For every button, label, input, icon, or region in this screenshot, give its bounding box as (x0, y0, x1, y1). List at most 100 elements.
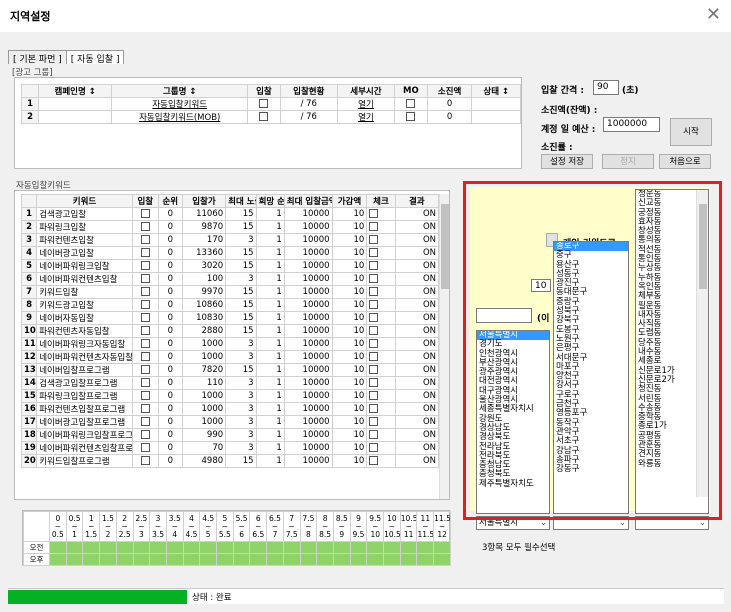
check-cell[interactable] (366, 350, 396, 364)
check-checkbox[interactable] (369, 235, 379, 244)
time-slot-cell[interactable] (316, 541, 334, 554)
time-slot-cell[interactable] (49, 541, 67, 554)
check-checkbox[interactable] (369, 248, 379, 257)
time-slot-cell[interactable] (65, 553, 84, 566)
keyword-col-header[interactable]: 체크 (366, 194, 396, 208)
keyword-col-header[interactable]: 결과 (394, 194, 440, 208)
time-slot-cell[interactable] (383, 541, 401, 554)
bid-checkbox-cell[interactable] (131, 415, 159, 429)
bid-checkbox[interactable] (140, 404, 150, 413)
time-slot-cell[interactable] (249, 553, 268, 566)
time-slot-cell[interactable] (266, 553, 284, 566)
bid-checkbox[interactable] (140, 261, 150, 270)
bid-checkbox[interactable] (140, 443, 150, 452)
keyword-col-header[interactable]: 희망 순위 (255, 194, 285, 208)
time-slot-cell[interactable] (165, 553, 184, 566)
close-icon[interactable]: ✕ (706, 4, 721, 25)
ad-table-row[interactable]: 2 자동입찰키워드(MOB) / 76 열기 0 (20, 110, 521, 124)
keyword-row[interactable]: 9 네이버자동입찰 0 10830 15 1 10000 10 ON (20, 311, 440, 325)
check-cell[interactable] (366, 337, 396, 351)
bid-checkbox-cell[interactable] (131, 233, 159, 247)
time-slot-cell[interactable] (149, 541, 167, 554)
time-slot-cell[interactable] (332, 553, 351, 566)
time-slot-cell[interactable] (199, 541, 218, 554)
check-checkbox[interactable] (369, 222, 379, 231)
bid-checkbox-cell[interactable] (131, 402, 159, 416)
bid-checkbox[interactable] (140, 287, 150, 296)
bid-checkbox[interactable] (140, 339, 150, 348)
check-checkbox[interactable] (369, 378, 379, 387)
check-checkbox[interactable] (369, 326, 379, 335)
bid-checkbox[interactable] (259, 99, 269, 108)
mo-checkbox[interactable] (406, 99, 416, 108)
check-cell[interactable] (366, 428, 396, 442)
tab-auto-bid[interactable]: [ 자동 입찰 ] (65, 50, 125, 65)
check-cell[interactable] (366, 233, 396, 247)
bid-checkbox-cell[interactable] (131, 441, 159, 455)
keyword-row[interactable]: 19네이버파워컨텐츠입찰프로그램 070311000010 ON (20, 441, 440, 455)
time-slot-cell[interactable] (433, 541, 451, 554)
bid-checkbox[interactable] (140, 417, 150, 426)
bid-checkbox[interactable] (259, 112, 269, 121)
ad-col-header[interactable]: MO (394, 84, 428, 98)
check-cell[interactable] (366, 454, 396, 468)
group-name-cell[interactable]: 자동입찰키워드(MOB) (111, 110, 249, 124)
check-checkbox[interactable] (369, 274, 379, 283)
ad-col-header[interactable]: 세부시간 (336, 84, 396, 98)
keyword-col-header[interactable] (20, 194, 38, 208)
bid-checkbox[interactable] (140, 235, 150, 244)
time-slot-cell[interactable] (132, 553, 151, 566)
keyword-row[interactable]: 13 네이버입찰프로그램 0 7820 15 1 10000 10 ON (20, 363, 440, 377)
check-cell[interactable] (366, 441, 396, 455)
time-slot-cell[interactable] (249, 541, 268, 554)
budget-input[interactable]: 1000000 (603, 117, 660, 132)
bid-checkbox[interactable] (140, 274, 150, 283)
time-slot-cell[interactable] (366, 553, 385, 566)
bid-checkbox[interactable] (140, 222, 150, 231)
check-checkbox[interactable] (369, 404, 379, 413)
time-slot-cell[interactable] (299, 541, 318, 554)
time-slot-cell[interactable] (299, 553, 318, 566)
keyword-col-header[interactable]: 최대 입찰금액 (283, 194, 333, 208)
mo-checkbox-cell[interactable] (394, 97, 428, 111)
ad-col-header[interactable] (20, 84, 40, 98)
bid-checkbox-cell[interactable] (131, 428, 159, 442)
check-cell[interactable] (366, 207, 396, 221)
keyword-row[interactable]: 3 파워컨텐츠입찰 0 170 3 1 10000 10 ON (20, 233, 440, 247)
ad-col-header[interactable]: 상태 ↕ (471, 84, 521, 98)
time-slot-cell[interactable] (332, 541, 351, 554)
check-cell[interactable] (366, 311, 396, 325)
check-cell[interactable] (366, 259, 396, 273)
bid-checkbox-cell[interactable] (131, 363, 159, 377)
time-slot-cell[interactable] (182, 553, 201, 566)
bid-checkbox[interactable] (140, 456, 150, 465)
time-slot-cell[interactable] (399, 541, 418, 554)
check-checkbox[interactable] (369, 313, 379, 322)
detail-time-link[interactable]: 열기 (336, 97, 396, 111)
ad-table-row[interactable]: 1 자동입찰키워드 / 76 열기 0 (20, 97, 521, 111)
bid-checkbox-cell[interactable] (131, 389, 159, 403)
start-button[interactable]: 시작 (670, 118, 712, 146)
keyword-row[interactable]: 16 파워컨텐츠입찰프로그램 0 1000 3 1 10000 10 ON (20, 402, 440, 416)
time-slot-cell[interactable] (65, 541, 84, 554)
group-name-cell[interactable]: 자동입찰키워드 (111, 97, 249, 111)
ad-col-header[interactable]: 입찰현황 (279, 84, 338, 98)
time-slot-cell[interactable] (349, 553, 368, 566)
reset-button[interactable]: 처음으로 (659, 154, 711, 169)
keyword-row[interactable]: 11 네이버파워링크자동입찰 0 1000 3 1 10000 10 ON (20, 337, 440, 351)
time-slot-cell[interactable] (132, 541, 151, 554)
bid-checkbox-cell[interactable] (131, 350, 159, 364)
check-cell[interactable] (366, 272, 396, 286)
keyword-row[interactable]: 14 검색광고입찰프로그램 0 110 3 1 10000 10 ON (20, 376, 440, 390)
check-cell[interactable] (366, 363, 396, 377)
check-checkbox[interactable] (369, 261, 379, 270)
time-slot-cell[interactable] (383, 553, 401, 566)
interval-input[interactable]: 90 (593, 80, 619, 95)
bid-checkbox-cell[interactable] (247, 110, 281, 124)
time-slot-cell[interactable] (199, 553, 218, 566)
keyword-col-header[interactable]: 입찰 (131, 194, 159, 208)
check-cell[interactable] (366, 376, 396, 390)
time-slot-cell[interactable] (149, 553, 167, 566)
keyword-row[interactable]: 18 네이버파워링크입찰프로그램 0 990 3 1 10000 10 ON (20, 428, 440, 442)
check-cell[interactable] (366, 220, 396, 234)
